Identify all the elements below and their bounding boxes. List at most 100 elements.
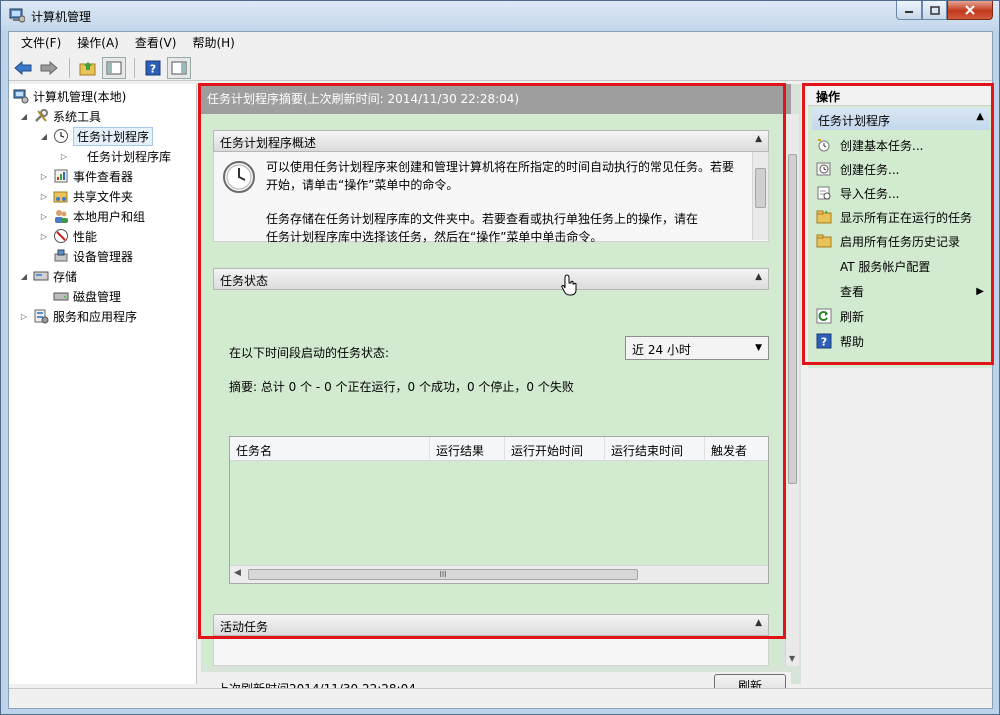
scrollbar-thumb[interactable] bbox=[788, 154, 797, 484]
services-icon bbox=[34, 309, 49, 324]
tree-item-event-viewer[interactable]: ▷ 事件查看器 bbox=[39, 166, 133, 186]
collapse-caret-icon[interactable]: ▲ bbox=[755, 272, 762, 282]
refresh-icon bbox=[816, 308, 832, 324]
tree-item-task-library[interactable]: ▷ 任务计划程序库 bbox=[59, 146, 171, 166]
minimize-icon bbox=[905, 11, 913, 13]
show-action-pane-button[interactable] bbox=[167, 56, 191, 79]
collapsed-arrow-icon[interactable]: ▷ bbox=[39, 171, 49, 181]
close-button[interactable] bbox=[947, 1, 993, 20]
overview-section-content: 可以使用任务计划程序来创建和管理计算机将在所指定的时间自动执行的常见任务。若要 … bbox=[213, 152, 769, 244]
hand-cursor-icon bbox=[561, 274, 577, 296]
overview-section-header[interactable]: 任务计划程序概述 ▲ bbox=[213, 130, 769, 152]
tree-item-services-apps[interactable]: ▷ 服务和应用程序 bbox=[19, 306, 137, 326]
action-label: 查看 bbox=[840, 284, 865, 299]
minimize-button[interactable] bbox=[896, 1, 922, 20]
summary-scrollbar[interactable]: ▼ bbox=[785, 114, 799, 666]
menu-action[interactable]: 操作(A) bbox=[69, 32, 127, 54]
computer-management-icon bbox=[13, 89, 29, 104]
menu-bar: 文件(F) 操作(A) 查看(V) 帮助(H) bbox=[9, 32, 992, 54]
action-label: 创建任务... bbox=[840, 162, 900, 177]
title-bar[interactable]: 计算机管理 bbox=[1, 1, 999, 31]
tree-item-root[interactable]: 计算机管理(本地) bbox=[13, 86, 126, 106]
overview-line: 任务计划程序库中选择该任务，然后在“操作”菜单中单击命令。 bbox=[266, 230, 603, 244]
action-at-service-account[interactable]: AT 服务帐户配置 bbox=[840, 255, 930, 277]
action-label: 启用所有任务历史记录 bbox=[840, 234, 961, 249]
tree-item-shared-folders[interactable]: ▷ 共享文件夹 bbox=[39, 186, 133, 206]
tree-label: 计算机管理(本地) bbox=[33, 89, 127, 104]
active-section-header[interactable]: 活动任务 ▲ bbox=[213, 614, 769, 636]
column-header-task-name[interactable]: 任务名 bbox=[230, 437, 430, 461]
menu-file[interactable]: 文件(F) bbox=[13, 32, 69, 54]
menu-view[interactable]: 查看(V) bbox=[127, 32, 185, 54]
event-viewer-icon bbox=[54, 169, 68, 183]
action-help[interactable]: ? 帮助 bbox=[816, 330, 864, 352]
collapse-caret-icon[interactable]: ▲ bbox=[976, 111, 984, 122]
action-enable-history[interactable]: 启用所有任务历史记录 bbox=[816, 230, 960, 252]
svg-text:?: ? bbox=[821, 336, 827, 349]
help-button[interactable]: ? bbox=[141, 57, 165, 79]
show-hide-tree-button[interactable] bbox=[102, 56, 126, 79]
forward-arrow-icon bbox=[40, 60, 58, 75]
section-title: 任务状态 bbox=[220, 274, 269, 288]
tree-item-storage[interactable]: ◢ 存储 bbox=[19, 266, 77, 286]
action-label: 刷新 bbox=[840, 309, 865, 324]
svg-text:?: ? bbox=[150, 62, 156, 75]
collapse-caret-icon[interactable]: ▲ bbox=[755, 134, 762, 144]
column-header-start-time[interactable]: 运行开始时间 bbox=[505, 437, 605, 461]
forward-button[interactable] bbox=[37, 57, 61, 79]
toolbar: ? bbox=[9, 55, 992, 81]
back-button[interactable] bbox=[11, 57, 35, 79]
status-section-header[interactable]: 任务状态 ▲ bbox=[213, 268, 769, 290]
expanded-arrow-icon[interactable]: ◢ bbox=[39, 131, 49, 141]
action-refresh[interactable]: 刷新 bbox=[816, 305, 864, 327]
scheduler-summary-pane: 任务计划程序摘要(上次刷新时间: 2014/11/30 22:28:04) 任务… bbox=[201, 84, 801, 700]
period-dropdown[interactable]: 近 24 小时 ▼ bbox=[625, 336, 769, 360]
tree-item-disk-management[interactable]: 磁盘管理 bbox=[53, 286, 121, 306]
action-view[interactable]: 查看 ▶ bbox=[840, 280, 990, 302]
collapsed-arrow-icon[interactable]: ▷ bbox=[39, 211, 49, 221]
window-title: 计算机管理 bbox=[31, 10, 92, 24]
tree-item-performance[interactable]: ▷ 性能 bbox=[39, 226, 97, 246]
collapsed-arrow-icon[interactable]: ▷ bbox=[39, 191, 49, 201]
expanded-arrow-icon[interactable]: ◢ bbox=[19, 111, 29, 121]
collapsed-arrow-icon[interactable]: ▷ bbox=[59, 151, 69, 161]
task-status-table: 任务名 运行结果 运行开始时间 运行结束时间 触发者 ◀ III bbox=[229, 436, 769, 584]
action-create-task[interactable]: 创建任务... bbox=[816, 158, 899, 180]
scrollbar-thumb[interactable]: III bbox=[248, 569, 638, 580]
tree-item-system-tools[interactable]: ◢ 系统工具 bbox=[19, 106, 101, 126]
action-create-basic-task[interactable]: 创建基本任务... bbox=[816, 134, 923, 156]
summary-header: 任务计划程序摘要(上次刷新时间: 2014/11/30 22:28:04) bbox=[201, 84, 791, 114]
tree-label: 服务和应用程序 bbox=[53, 309, 138, 324]
table-horizontal-scrollbar[interactable]: ◀ III bbox=[230, 565, 768, 583]
column-header-run-result[interactable]: 运行结果 bbox=[430, 437, 505, 461]
up-folder-button[interactable] bbox=[76, 57, 100, 79]
overview-line: 开始，请单击“操作”菜单中的命令。 bbox=[266, 178, 459, 192]
action-label: 帮助 bbox=[840, 334, 865, 349]
maximize-button[interactable] bbox=[922, 1, 947, 20]
scrollbar-thumb[interactable] bbox=[755, 168, 766, 208]
tree-item-device-manager[interactable]: 设备管理器 bbox=[53, 246, 133, 266]
menu-help[interactable]: 帮助(H) bbox=[184, 32, 242, 54]
submenu-arrow-icon: ▶ bbox=[976, 285, 984, 297]
tree-label: 任务计划程序库 bbox=[87, 149, 172, 164]
action-import-task[interactable]: 导入任务... bbox=[816, 182, 899, 204]
tree-item-task-scheduler[interactable]: ◢ 任务计划程序 bbox=[39, 126, 154, 146]
scroll-left-arrow-icon[interactable]: ◀ bbox=[234, 568, 241, 578]
column-header-trigger[interactable]: 触发者 bbox=[705, 437, 768, 461]
tree-label: 共享文件夹 bbox=[73, 189, 134, 204]
action-show-running-tasks[interactable]: 显示所有正在运行的任务 bbox=[816, 206, 972, 228]
expanded-arrow-icon[interactable]: ◢ bbox=[19, 271, 29, 281]
table-body bbox=[230, 461, 768, 565]
collapsed-arrow-icon[interactable]: ▷ bbox=[39, 231, 49, 241]
scroll-down-arrow-icon[interactable]: ▼ bbox=[789, 654, 795, 663]
period-label: 在以下时间段启动的任务状态: bbox=[229, 346, 390, 360]
back-arrow-icon bbox=[14, 60, 32, 75]
app-window: 计算机管理 文件(F) 操作(A) 查看(V) 帮助(H) ? 计算机管理(本地… bbox=[0, 0, 1000, 715]
collapsed-arrow-icon[interactable]: ▷ bbox=[19, 311, 29, 321]
column-header-end-time[interactable]: 运行结束时间 bbox=[605, 437, 705, 461]
actions-section-header[interactable]: 任务计划程序 ▲ bbox=[812, 108, 990, 130]
tree-item-local-users[interactable]: ▷ 本地用户和组 bbox=[39, 206, 145, 226]
collapse-caret-icon[interactable]: ▲ bbox=[755, 618, 762, 628]
summary-body: 任务计划程序概述 ▲ 可以使用任务计划程序来创建和管理计算机将在所指定的时间自动… bbox=[201, 114, 781, 666]
overview-scrollbar[interactable] bbox=[752, 152, 768, 240]
